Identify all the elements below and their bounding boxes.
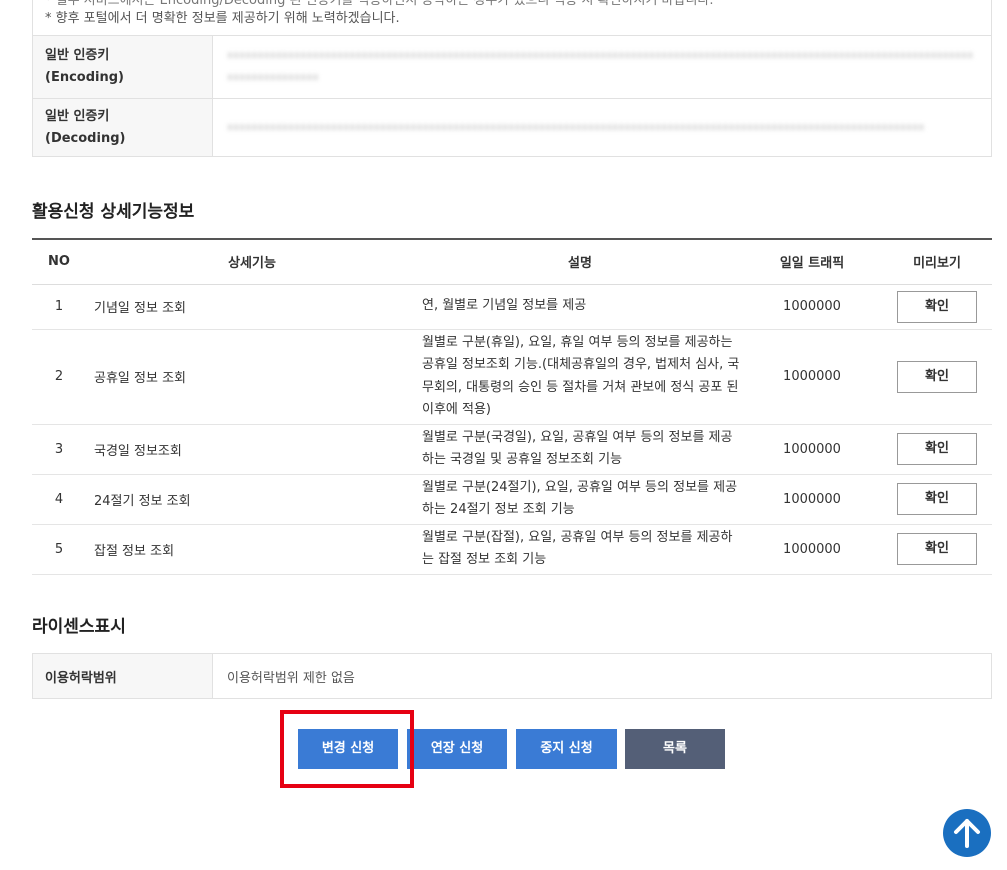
func-table-header: NO 상세기능 설명 일일 트래픽 미리보기 [32,239,992,285]
license-value: 이용허락범위 제한 없음 [212,653,992,699]
decoding-key-row: 일반 인증키 (Decoding) xxxxxxxxxxxxxxxxxxxxxx… [32,98,992,157]
row-name: 기념일 정보 조회 [86,284,418,330]
row-traffic: 1000000 [742,474,882,525]
row-preview-cell: 확인 [882,424,992,475]
table-row: 1 기념일 정보 조회 연, 월별로 기념일 정보를 제공 1000000 확인 [32,284,992,330]
table-row: 3 국경일 정보조회 월별로 구분(국경일), 요일, 공휴일 여부 등의 정보… [32,424,992,475]
license-section-title: 라이센스표시 [32,617,126,637]
decoding-key-value-cell[interactable]: xxxxxxxxxxxxxxxxxxxxxxxxxxxxxxxxxxxxxxxx… [212,98,992,157]
decoding-key-label-line2: (Decoding) [45,130,126,146]
table-row: 4 24절기 정보 조회 월별로 구분(24절기), 요일, 공휴일 여부 등의… [32,474,992,525]
row-name: 24절기 정보 조회 [86,474,418,525]
row-name: 잡절 정보 조회 [86,524,418,575]
row-desc: 월별로 구분(잡절), 요일, 공휴일 여부 등의 정보를 제공하는 잡절 정보… [418,524,742,575]
list-button[interactable]: 목록 [625,729,725,769]
highlight-box [280,710,414,788]
encoding-key-label-line2: (Encoding) [45,70,124,85]
col-header-name: 상세기능 [86,239,418,285]
key-notes: * 일부 서비스에서는 Encoding/Decoding 된 인증키를 적용하… [32,0,992,36]
col-header-preview: 미리보기 [882,239,992,285]
confirm-button[interactable]: 확인 [897,433,977,465]
confirm-button[interactable]: 확인 [897,483,977,515]
encoding-key-label: 일반 인증키 (Encoding) [32,35,213,99]
row-name: 국경일 정보조회 [86,424,418,475]
confirm-button[interactable]: 확인 [897,360,977,393]
row-desc: 월별로 구분(휴일), 요일, 휴일 여부 등의 정보를 제공하는 공휴일 정보… [418,329,742,425]
row-no: 2 [32,329,86,425]
row-desc: 월별로 구분(24절기), 요일, 공휴일 여부 등의 정보를 제공하는 24절… [418,474,742,525]
license-row: 이용허락범위 이용허락범위 제한 없음 [32,653,992,699]
table-row: 5 잡절 정보 조회 월별로 구분(잡절), 요일, 공휴일 여부 등의 정보를… [32,524,992,575]
encoding-key-label-line1: 일반 인증키 [45,48,110,63]
note-line-1: * 일부 서비스에서는 Encoding/Decoding 된 인증키를 적용하… [45,0,714,8]
license-label: 이용허락범위 [32,653,213,699]
encoding-key-value[interactable]: xxxxxxxxxxxxxxxxxxxxxxxxxxxxxxxxxxxxxxxx… [227,45,977,89]
row-preview-cell: 확인 [882,284,992,330]
row-traffic: 1000000 [742,424,882,475]
row-desc: 연, 월별로 기념일 정보를 제공 [418,284,742,330]
decoding-key-label-line1: 일반 인증키 [45,108,110,124]
confirm-button[interactable]: 확인 [897,290,977,323]
row-traffic: 1000000 [742,284,882,330]
encoding-key-value-cell[interactable]: xxxxxxxxxxxxxxxxxxxxxxxxxxxxxxxxxxxxxxxx… [212,35,992,99]
license-table: 이용허락범위 이용허락범위 제한 없음 [32,653,992,699]
decoding-key-value[interactable]: xxxxxxxxxxxxxxxxxxxxxxxxxxxxxxxxxxxxxxxx… [227,117,977,139]
decoding-key-label: 일반 인증키 (Decoding) [32,98,213,157]
func-detail-table: NO 상세기능 설명 일일 트래픽 미리보기 1 기념일 정보 조회 연, 월별… [32,238,992,575]
row-no: 5 [32,524,86,575]
row-traffic: 1000000 [742,524,882,575]
row-traffic: 1000000 [742,329,882,425]
row-preview-cell: 확인 [882,524,992,575]
col-header-no: NO [32,239,86,285]
row-no: 1 [32,284,86,330]
row-preview-cell: 확인 [882,474,992,525]
row-name: 공휴일 정보 조회 [86,329,418,425]
scroll-top-button[interactable] [943,809,991,857]
encoding-key-row: 일반 인증키 (Encoding) xxxxxxxxxxxxxxxxxxxxxx… [32,35,992,99]
row-no: 3 [32,424,86,475]
confirm-button[interactable]: 확인 [897,533,977,565]
col-header-traffic: 일일 트래픽 [742,239,882,285]
extend-request-button[interactable]: 연장 신청 [407,729,507,769]
func-section-title: 활용신청 상세기능정보 [32,202,195,222]
table-row: 2 공휴일 정보 조회 월별로 구분(휴일), 요일, 휴일 여부 등의 정보를… [32,329,992,425]
note-line-2: * 향후 포털에서 더 명확한 정보를 제공하기 위해 노력하겠습니다. [45,11,400,26]
row-no: 4 [32,474,86,525]
row-desc: 월별로 구분(국경일), 요일, 공휴일 여부 등의 정보를 제공하는 국경일 … [418,424,742,475]
service-key-table: 일반 인증키 (Encoding) xxxxxxxxxxxxxxxxxxxxxx… [32,35,992,157]
col-header-desc: 설명 [418,239,742,285]
row-preview-cell: 확인 [882,329,992,425]
arrow-up-icon [954,819,980,848]
stop-request-button[interactable]: 중지 신청 [516,729,617,769]
